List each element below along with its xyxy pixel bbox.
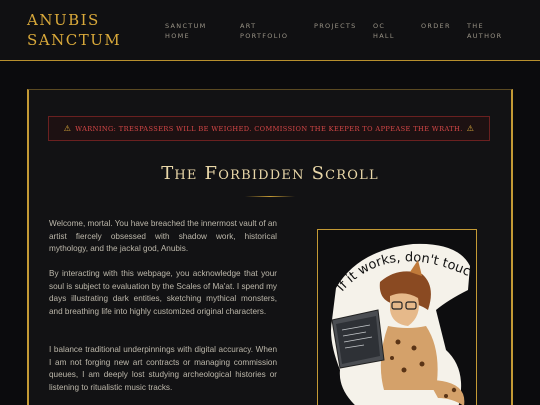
warning-icon: ⚠ bbox=[63, 124, 72, 133]
warning-text: WARNING: TRESPASSERS WILL BE WEIGHED. CO… bbox=[75, 124, 463, 133]
nav-oc-hall[interactable]: OC HALL bbox=[373, 21, 395, 41]
intro-paragraph: By interacting with this webpage, you ac… bbox=[49, 269, 277, 316]
nav-the-author[interactable]: THE AUTHOR bbox=[467, 21, 503, 41]
page-title: The Forbidden Scroll bbox=[161, 163, 379, 184]
warning-banner: ⚠ WARNING: TRESPASSERS WILL BE WEIGHED. … bbox=[48, 116, 490, 141]
nav-order[interactable]: ORDER bbox=[421, 21, 451, 31]
site-logo[interactable]: ANUBIS SANCTUM bbox=[27, 10, 121, 50]
intro-paragraph: I balance traditional underpinnings with… bbox=[49, 345, 277, 392]
site-header: ANUBIS SANCTUM SANCTUM HOME ART PORTFOLI… bbox=[0, 0, 540, 61]
warning-icon: ⚠ bbox=[466, 124, 475, 133]
intro-paragraph: Welcome, mortal. You have breached the i… bbox=[49, 219, 277, 254]
title-divider bbox=[245, 196, 295, 197]
nav-projects[interactable]: PROJECTS bbox=[314, 21, 357, 31]
logo-line-1: ANUBIS bbox=[27, 11, 100, 29]
nav-sanctum-home[interactable]: SANCTUM HOME bbox=[165, 21, 207, 41]
artwork-frame[interactable]: If it works, don't touch it bbox=[317, 229, 477, 405]
nav-art-portfolio[interactable]: ART PORTFOLIO bbox=[240, 21, 288, 41]
artwork-illustration: If it works, don't touch it bbox=[318, 230, 473, 405]
logo-line-2: SANCTUM bbox=[27, 31, 122, 49]
